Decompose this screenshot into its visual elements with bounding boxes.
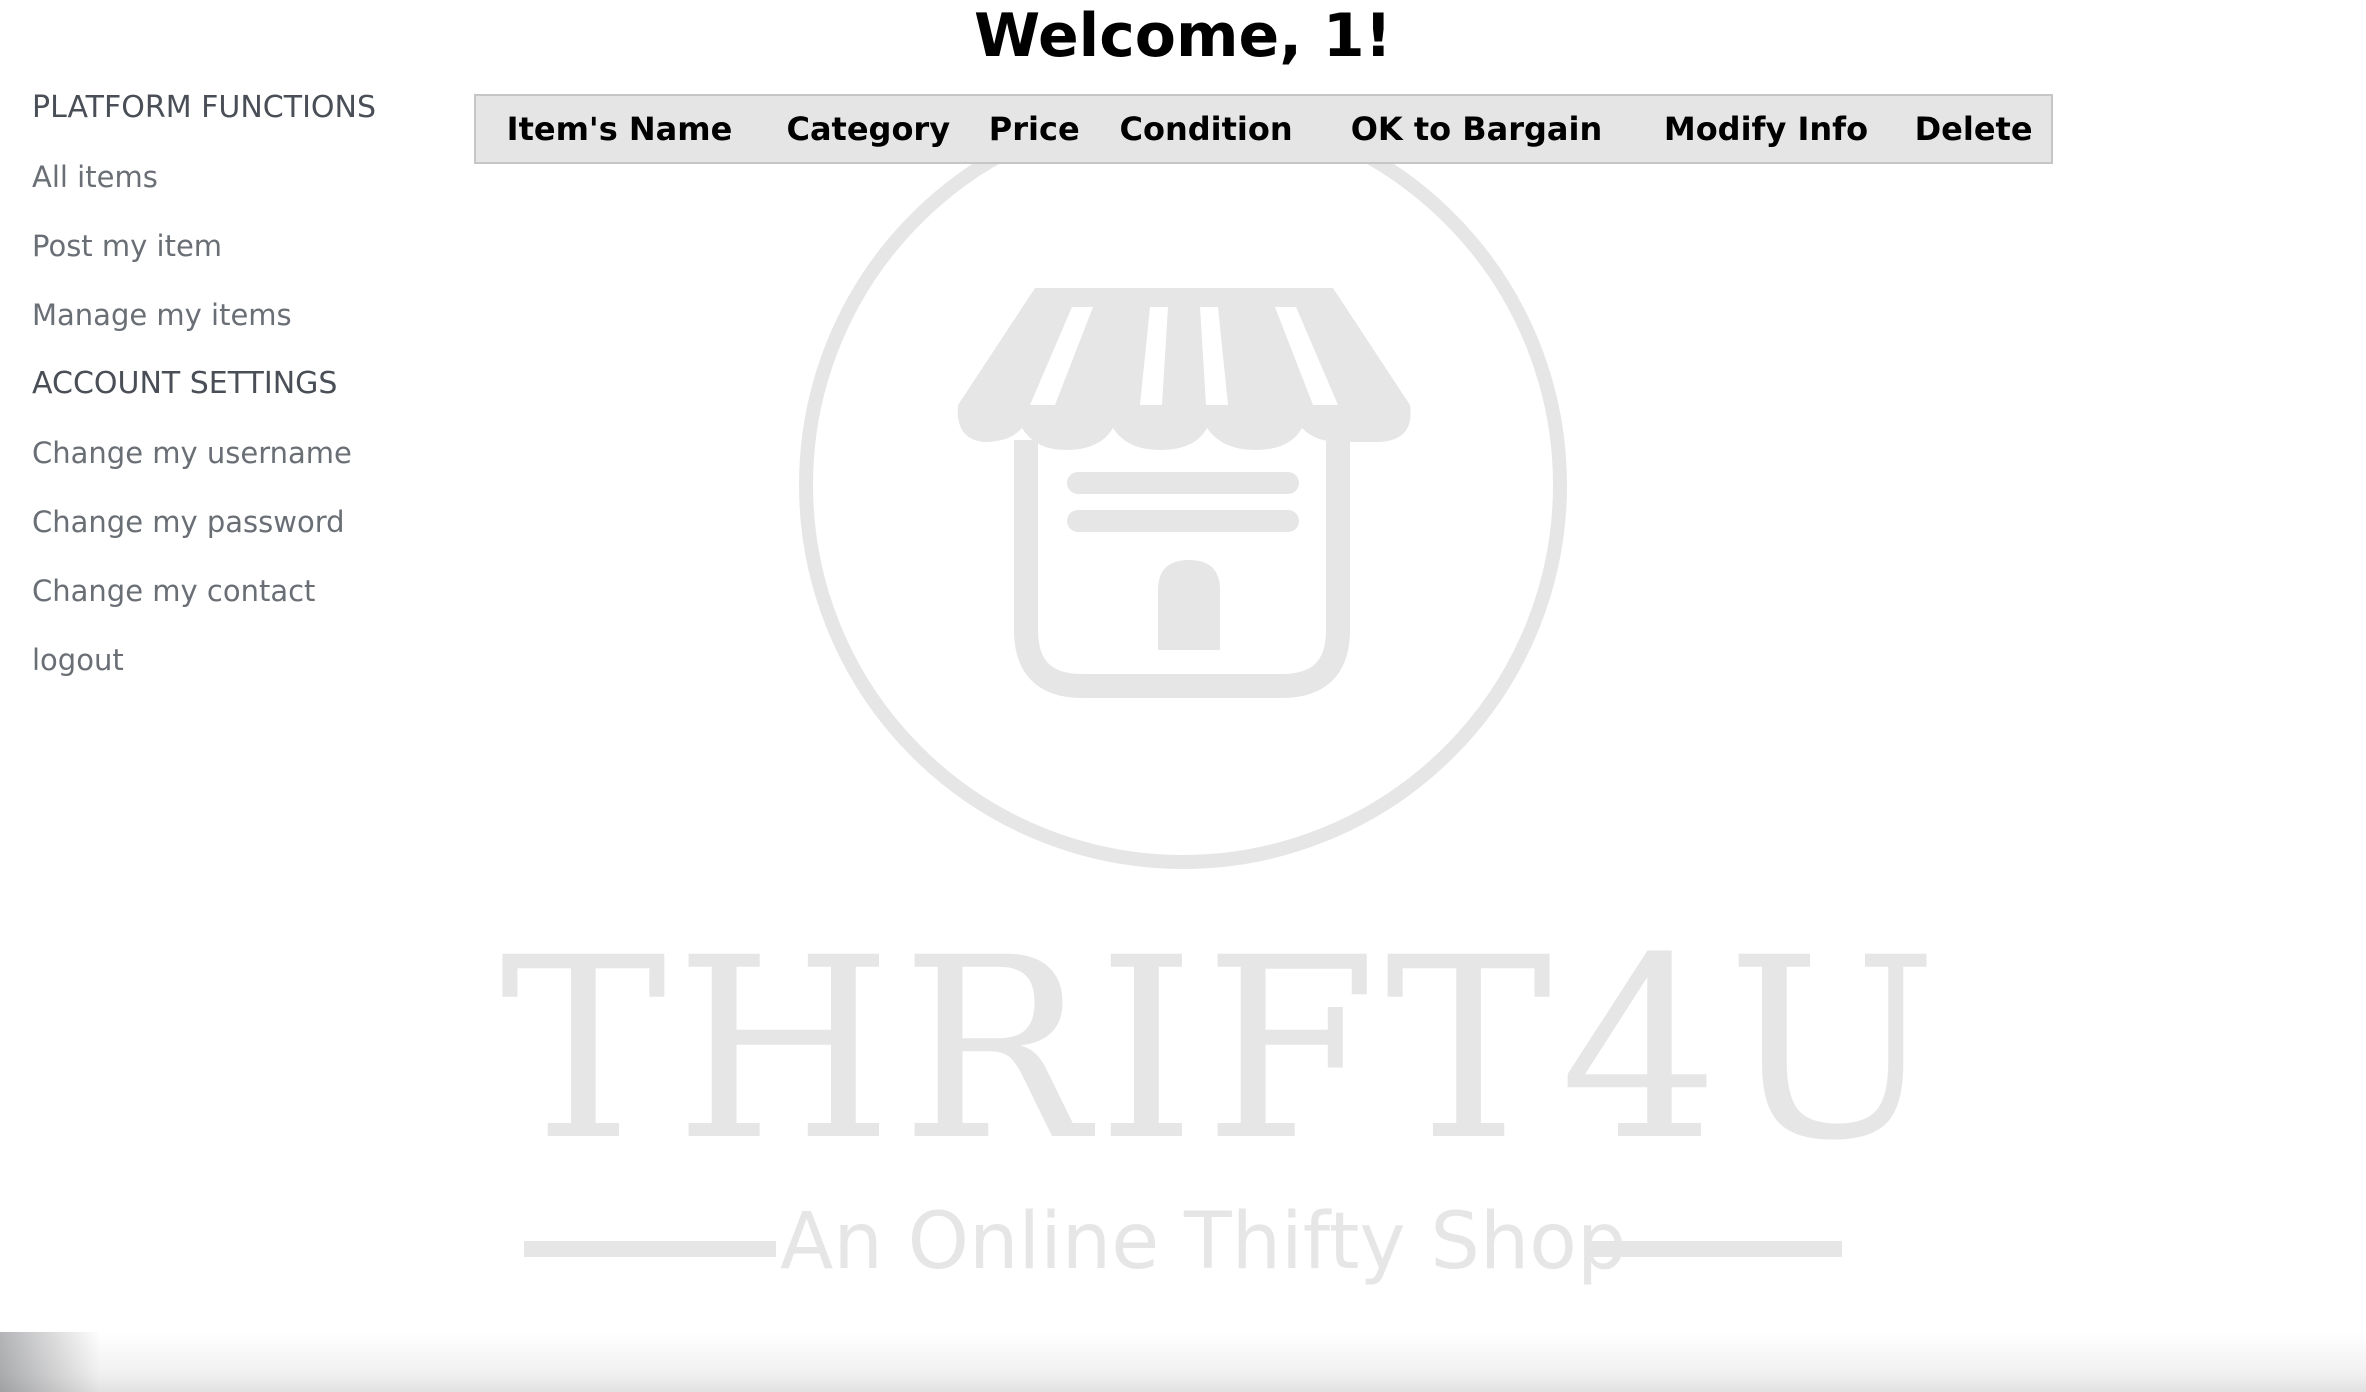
sidebar-item-change-username[interactable]: Change my username	[32, 429, 432, 498]
column-header-condition: Condition	[1119, 110, 1293, 148]
column-header-item-name: Item's Name	[506, 110, 733, 148]
table-header: Item's Name Category Price Condition OK …	[475, 95, 2052, 163]
sidebar: PLATFORM FUNCTIONS All items Post my ite…	[32, 84, 432, 705]
page: THRIFT4U An Online Thifty Shop Welcome, …	[0, 0, 2366, 1392]
column-header-delete: Delete	[1914, 110, 2033, 148]
sidebar-item-logout[interactable]: logout	[32, 636, 432, 705]
sidebar-item-change-password[interactable]: Change my password	[32, 498, 432, 567]
column-header-category: Category	[786, 110, 951, 148]
watermark-brand: THRIFT4U	[500, 904, 1946, 1195]
column-header-price: Price	[988, 110, 1080, 148]
window-bottom-edge	[0, 1332, 2366, 1392]
column-header-modify-info: Modify Info	[1663, 110, 1869, 148]
sidebar-item-post-my-item[interactable]: Post my item	[32, 222, 432, 291]
sidebar-item-change-contact[interactable]: Change my contact	[32, 567, 432, 636]
column-header-ok-to-bargain: OK to Bargain	[1350, 110, 1603, 148]
my-items-table: Item's Name Category Price Condition OK …	[474, 94, 2053, 164]
page-title: Welcome, 1!	[973, 1, 1393, 71]
watermark-tagline: An Online Thifty Shop	[780, 1197, 1627, 1287]
table-header-row: Item's Name Category Price Condition OK …	[475, 95, 2052, 163]
sidebar-section-account-settings: ACCOUNT SETTINGS	[32, 366, 338, 401]
sidebar-section-platform-functions: PLATFORM FUNCTIONS	[32, 90, 377, 125]
sidebar-item-all-items[interactable]: All items	[32, 153, 432, 222]
sidebar-item-manage-my-items[interactable]: Manage my items	[32, 291, 432, 360]
